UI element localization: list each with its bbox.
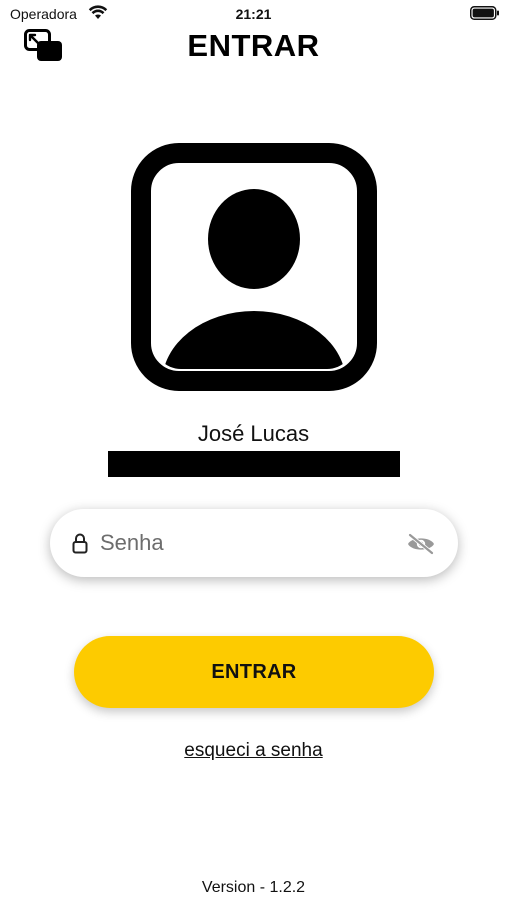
eye-slash-icon[interactable] xyxy=(406,533,436,555)
forgot-password-link[interactable]: esqueci a senha xyxy=(0,740,507,762)
page-title: ENTRAR xyxy=(187,28,320,63)
app-version: Version - 1.2.2 xyxy=(201,879,306,896)
user-name: José Lucas xyxy=(197,421,310,446)
battery-icon xyxy=(470,6,499,20)
redacted-bar xyxy=(108,451,400,477)
status-time: 21:21 xyxy=(235,6,272,22)
navigation-bar: ENTRAR xyxy=(0,26,507,70)
password-input[interactable] xyxy=(100,525,390,561)
user-avatar-icon xyxy=(131,143,377,391)
login-button[interactable]: ENTRAR xyxy=(74,636,434,708)
status-bar: Operadora 21:21 xyxy=(0,0,507,26)
password-field[interactable] xyxy=(50,509,458,577)
lock-icon xyxy=(72,533,88,554)
